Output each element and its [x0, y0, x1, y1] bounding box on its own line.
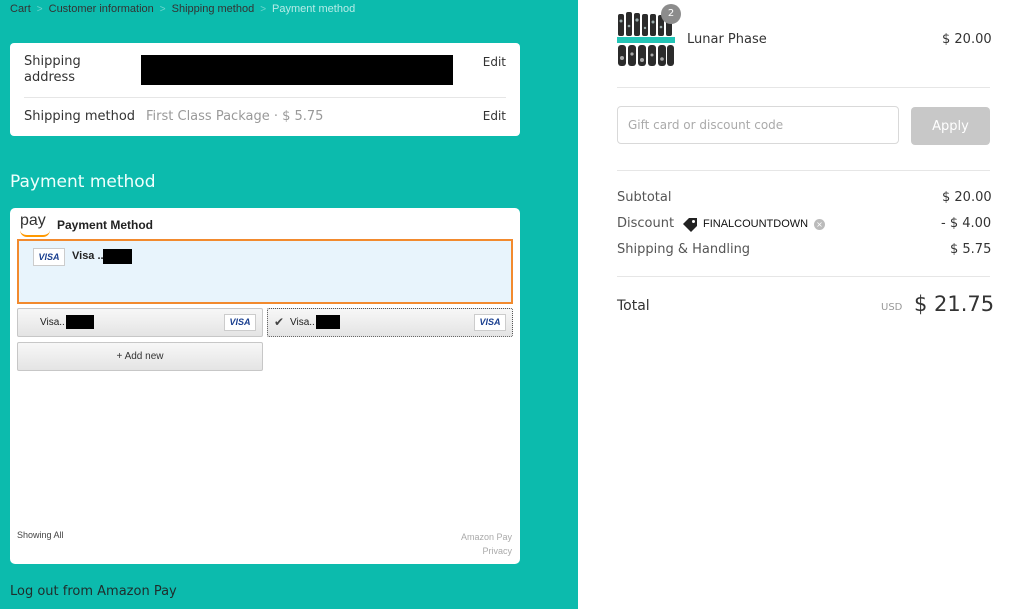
divider: [617, 87, 990, 88]
breadcrumb-separator: >: [159, 4, 166, 15]
total-label: Total: [617, 298, 650, 314]
total-value: $ 21.75: [914, 292, 995, 316]
selected-card-label: Visa ..: [72, 250, 104, 262]
divider: [617, 276, 990, 277]
pay-logo-text: pay: [20, 212, 46, 229]
discount-value: - $ 4.00: [941, 216, 992, 231]
card-option-1[interactable]: Visa.. VISA: [17, 308, 263, 337]
checkmark-icon: ✔: [274, 315, 285, 329]
shipping-method-row: Shipping method First Class Package · $ …: [24, 109, 506, 127]
shipping-method-value: First Class Package · $ 5.75: [146, 109, 324, 124]
selected-card[interactable]: VISA Visa ..: [17, 239, 513, 304]
shipping-summary-card: Shipping address Edit Shipping method Fi…: [10, 43, 520, 136]
product-name: Lunar Phase: [687, 32, 767, 47]
amazon-smile-icon: [20, 230, 50, 237]
breadcrumb-payment-method: Payment method: [272, 3, 356, 15]
breadcrumb-separator: >: [36, 4, 43, 15]
total-currency: USD: [881, 302, 903, 313]
redacted-card-number: [103, 249, 132, 264]
payment-method-title: Payment Method: [57, 218, 154, 232]
shipping-address-row: Shipping address Edit: [24, 54, 506, 94]
redacted-address: [141, 55, 453, 85]
amazon-pay-widget: pay Payment Method VISA Visa .. Visa.. V…: [10, 208, 520, 564]
card-option-label: Visa..: [40, 317, 65, 328]
card-option-2[interactable]: ✔ Visa.. VISA: [267, 308, 513, 337]
add-new-card-button[interactable]: + Add new: [17, 342, 263, 371]
edit-address-link[interactable]: Edit: [483, 55, 506, 69]
shipping-address-label: Shipping address: [24, 54, 81, 85]
shipping-method-label: Shipping method: [24, 109, 136, 124]
redacted-card-number: [316, 315, 340, 329]
quantity-badge: 2: [661, 4, 681, 24]
card-option-label: Visa..: [290, 317, 315, 328]
showing-all-text: Showing All: [17, 530, 64, 540]
breadcrumb-customer-information[interactable]: Customer information: [49, 3, 154, 15]
edit-shipping-method-link[interactable]: Edit: [483, 109, 506, 123]
tag-icon: [682, 217, 698, 236]
visa-icon: VISA: [224, 314, 256, 331]
divider: [24, 97, 506, 98]
breadcrumb: Cart > Customer information > Shipping metho…: [10, 3, 355, 15]
subtotal-label: Subtotal: [617, 190, 672, 205]
checkout-panel: Cart > Customer information > Shipping metho…: [0, 0, 578, 609]
remove-discount-icon[interactable]: ×: [814, 219, 825, 230]
amazon-pay-logo: pay: [20, 212, 50, 237]
breadcrumb-separator: >: [260, 4, 267, 15]
divider: [617, 170, 990, 171]
discount-code-input[interactable]: [617, 106, 899, 144]
subtotal-value: $ 20.00: [942, 190, 992, 205]
amazon-pay-footer-brand: Amazon Pay: [460, 532, 512, 542]
privacy-link[interactable]: Privacy: [482, 546, 512, 556]
logout-amazon-pay-link[interactable]: Log out from Amazon Pay: [10, 584, 177, 599]
shipping-handling-label: Shipping & Handling: [617, 242, 751, 257]
product-price: $ 20.00: [942, 32, 992, 47]
redacted-card-number: [66, 315, 94, 329]
shipping-handling-value: $ 5.75: [950, 242, 992, 257]
payment-method-heading: Payment method: [10, 172, 156, 192]
breadcrumb-cart[interactable]: Cart: [10, 3, 31, 15]
visa-icon: VISA: [33, 248, 65, 266]
discount-label: Discount: [617, 216, 675, 231]
discount-code: FINALCOUNTDOWN: [703, 218, 809, 230]
apply-discount-button[interactable]: Apply: [911, 107, 990, 145]
breadcrumb-shipping-method[interactable]: Shipping method: [172, 3, 255, 15]
visa-icon: VISA: [474, 314, 506, 331]
